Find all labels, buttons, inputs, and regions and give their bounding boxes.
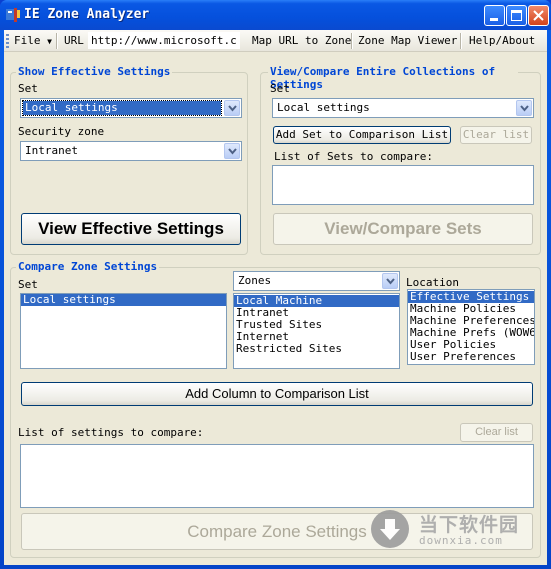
watermark-cn-text: 当下软件园 (419, 514, 520, 536)
location-item-user-preferences[interactable]: User Preferences (408, 351, 534, 363)
collections-set-combo[interactable]: Local settings (272, 98, 534, 118)
dropdown-arrow-icon: ▼ (47, 37, 52, 46)
collections-set-label: Set (270, 82, 290, 95)
watermark: 当下软件园 downxia.com (371, 508, 541, 554)
close-icon (533, 10, 544, 21)
clear-sets-list-button[interactable]: Clear list (460, 126, 532, 144)
maximize-button[interactable] (506, 5, 527, 26)
maximize-icon (511, 10, 522, 21)
watermark-en-text: downxia.com (419, 534, 503, 547)
view-compare-collections-title: View/Compare Entire Collections of Setti… (268, 65, 518, 91)
chevron-down-icon[interactable] (516, 100, 532, 116)
zones-combo-value: Zones (238, 274, 272, 287)
clear-settings-list-button[interactable]: Clear list (460, 423, 533, 442)
compare-set-list[interactable]: Local settings (20, 293, 227, 369)
view-compare-sets-button[interactable]: View/Compare Sets (273, 213, 533, 245)
chevron-down-icon[interactable] (224, 143, 240, 159)
sets-to-compare-list[interactable] (272, 165, 534, 205)
map-url-to-zone-button[interactable]: Map URL to Zone (252, 34, 351, 47)
zones-list[interactable]: Local Machine Intranet Trusted Sites Int… (233, 293, 400, 369)
file-menu-label: File (14, 34, 41, 47)
minimize-icon (490, 18, 498, 21)
chevron-down-icon[interactable] (382, 273, 398, 289)
security-zone-label: Security zone (18, 125, 105, 138)
location-list[interactable]: Effective Settings Machine Policies Mach… (407, 289, 535, 365)
url-input[interactable] (88, 32, 240, 49)
download-arrow-icon (371, 510, 409, 548)
separator (56, 33, 58, 49)
collections-set-value: Local settings (277, 101, 370, 114)
effective-set-value: Local settings (22, 100, 222, 116)
app-icon (6, 8, 20, 22)
view-effective-settings-button[interactable]: View Effective Settings (21, 213, 241, 245)
list-of-settings-label: List of settings to compare: (18, 426, 204, 439)
list-of-sets-label: List of Sets to compare: (274, 150, 433, 163)
security-zone-combo[interactable]: Intranet (20, 141, 242, 161)
window-title: IE Zone Analyzer (24, 7, 150, 22)
zone-item-restricted-sites[interactable]: Restricted Sites (234, 343, 399, 355)
separator (460, 33, 462, 49)
toolbar-grip[interactable] (6, 34, 9, 48)
app-window: IE Zone Analyzer File ▼ URL Map URL to Z… (0, 0, 551, 569)
effective-set-combo[interactable]: Local settings (20, 98, 242, 118)
separator (351, 33, 353, 49)
effective-set-label: Set (18, 82, 38, 95)
compare-zone-settings-title: Compare Zone Settings (16, 260, 160, 273)
client-area: File ▼ URL Map URL to Zone Zone Map View… (4, 30, 547, 565)
show-effective-settings-title: Show Effective Settings (16, 65, 173, 78)
file-menu[interactable]: File ▼ (14, 34, 52, 47)
zone-map-viewer-button[interactable]: Zone Map Viewer (358, 34, 457, 47)
list-item[interactable]: Local settings (21, 294, 226, 306)
minimize-button[interactable] (484, 5, 505, 26)
help-about-button[interactable]: Help/About (469, 34, 535, 47)
security-zone-value: Intranet (25, 144, 78, 157)
title-bar[interactable]: IE Zone Analyzer (0, 0, 551, 30)
compare-set-label: Set (18, 278, 38, 291)
zones-combo[interactable]: Zones (233, 271, 400, 291)
add-column-to-comparison-button[interactable]: Add Column to Comparison List (21, 382, 533, 406)
chevron-down-icon[interactable] (224, 100, 240, 116)
add-set-to-comparison-button[interactable]: Add Set to Comparison List (273, 126, 451, 144)
close-button[interactable] (528, 5, 549, 26)
settings-to-compare-list[interactable] (20, 444, 534, 508)
location-label: Location (406, 276, 459, 289)
toolbar: File ▼ URL Map URL to Zone Zone Map View… (4, 30, 547, 52)
url-label: URL (64, 34, 84, 47)
